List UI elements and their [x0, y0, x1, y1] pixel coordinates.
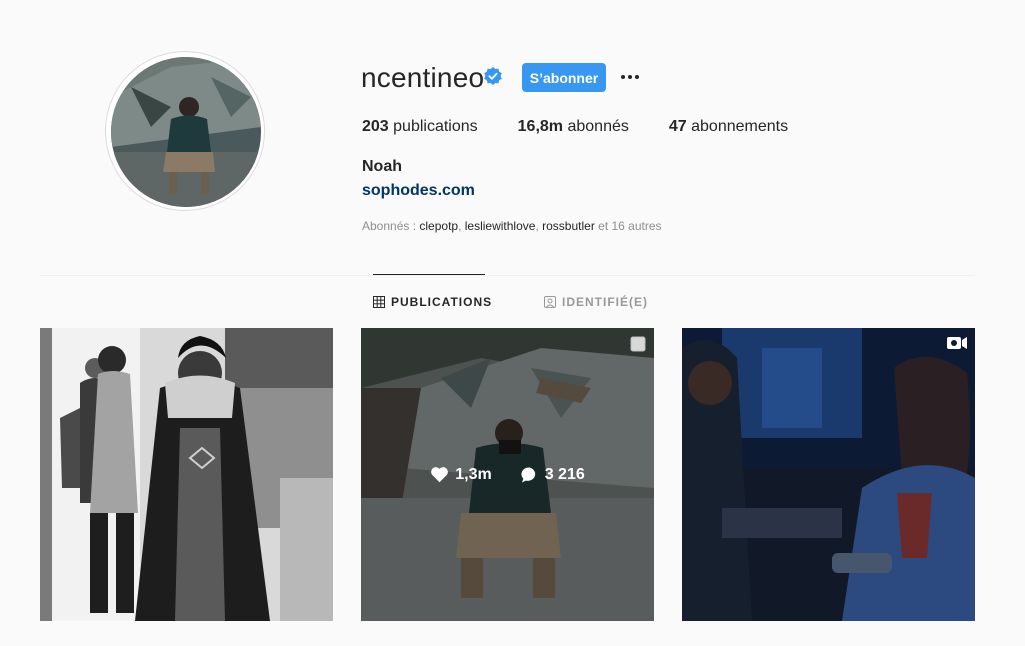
carousel-icon: [630, 336, 646, 352]
followed-by-prefix: Abonnés :: [362, 219, 420, 233]
full-name: Noah: [362, 158, 402, 175]
post-hover-overlay: 1,3m 3 216: [361, 328, 654, 621]
stat-label: abonnements: [691, 118, 789, 135]
stat-label: publications: [393, 118, 478, 135]
comments-count: 3 216: [520, 466, 585, 484]
heart-icon: [431, 467, 449, 483]
stat-value: 16,8m: [517, 118, 564, 135]
active-tab-indicator: [373, 274, 485, 275]
grid-icon: [373, 296, 385, 308]
post-tile[interactable]: [40, 328, 333, 621]
separator: ,: [458, 219, 465, 233]
verified-badge-icon: [484, 67, 502, 85]
comments-value: 3 216: [544, 465, 585, 483]
avatar[interactable]: [111, 57, 261, 207]
follow-button[interactable]: S’abonner: [522, 63, 606, 92]
stat-value: 47: [668, 118, 687, 135]
tabs-divider: [40, 275, 975, 276]
tab-label: IDENTIFIÉ(E): [562, 295, 648, 309]
stat-publications: 203 publications: [362, 118, 478, 136]
likes-value: 1,3m: [455, 465, 492, 483]
website-link[interactable]: sophodes.com: [362, 182, 475, 200]
followed-by-suffix: et 16 autres: [594, 219, 662, 233]
likes-count: 1,3m: [430, 465, 492, 484]
ellipsis-icon: [621, 75, 639, 79]
profile-stats: 203 publications 16,8m abonnés 47 abonne…: [362, 118, 828, 136]
stat-value: 203: [362, 118, 389, 135]
stat-followers[interactable]: 16,8m abonnés: [518, 118, 629, 136]
comment-icon: [521, 466, 535, 482]
username: ncentineo: [361, 62, 485, 93]
post-tile[interactable]: 1,3m 3 216: [361, 328, 654, 621]
tab-publications[interactable]: PUBLICATIONS: [373, 295, 492, 309]
tab-label: PUBLICATIONS: [391, 295, 493, 309]
follower-name[interactable]: clepotp: [419, 219, 458, 233]
follower-name[interactable]: rossbutler: [542, 219, 595, 233]
stat-label: abonnés: [567, 118, 629, 135]
tagged-icon: [544, 296, 556, 308]
post-tile[interactable]: [682, 328, 975, 621]
stat-following[interactable]: 47 abonnements: [669, 118, 788, 136]
follower-name[interactable]: lesliewithlove: [465, 219, 536, 233]
followed-by[interactable]: Abonnés : clepotp, lesliewithlove, rossb…: [362, 219, 662, 233]
more-options-button[interactable]: [616, 64, 644, 90]
tab-tagged[interactable]: IDENTIFIÉ(E): [544, 295, 648, 309]
video-camera-icon: [947, 337, 967, 349]
